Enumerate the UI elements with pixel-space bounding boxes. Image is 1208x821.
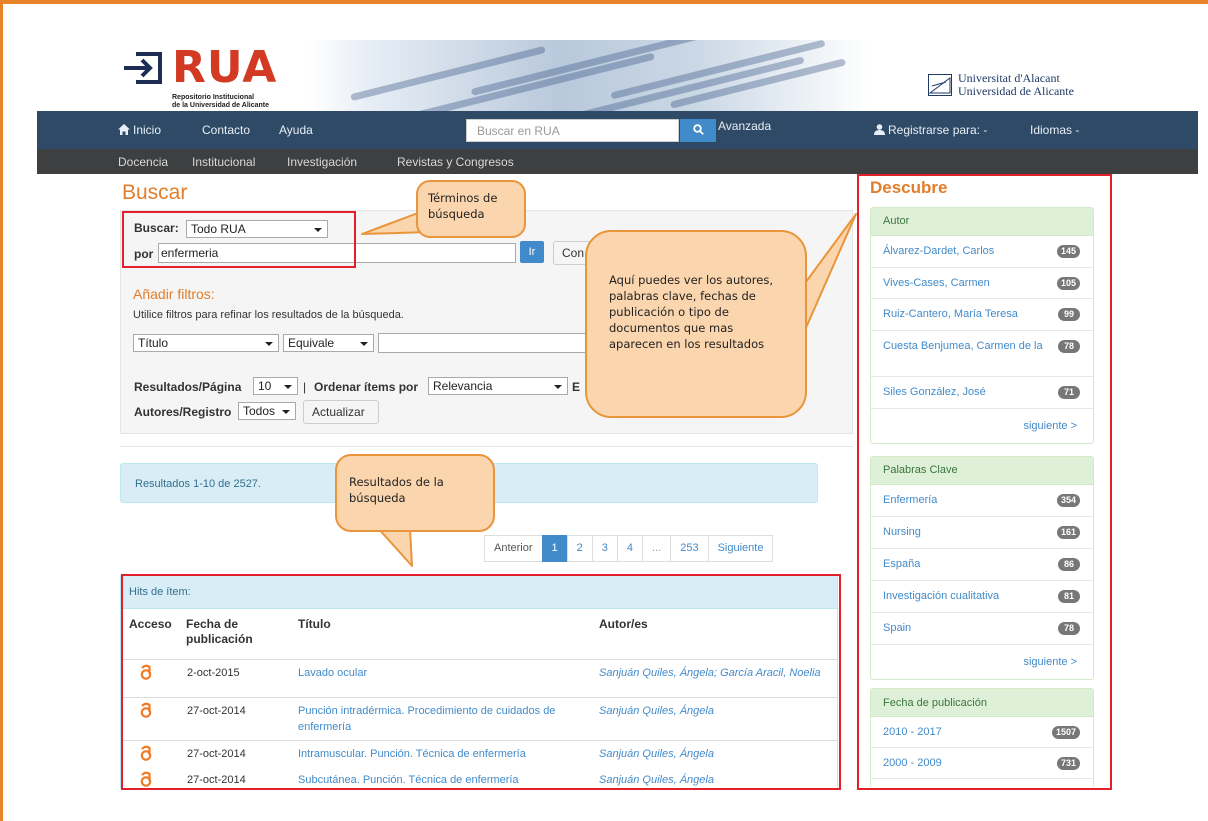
- rua-logo[interactable]: RUA Repositorio Institucional de la Univ…: [118, 42, 308, 109]
- authors-select[interactable]: Todos: [238, 402, 296, 420]
- page-link[interactable]: Siguiente: [707, 535, 774, 562]
- page-link[interactable]: 253: [670, 535, 709, 562]
- site-search-button[interactable]: [680, 119, 716, 142]
- filters-title: Añadir filtros:: [133, 286, 215, 302]
- site-banner: RUA Repositorio Institucional de la Univ…: [118, 40, 1198, 112]
- secondary-navbar: Docencia Institucional Investigación Rev…: [37, 149, 1198, 174]
- callout-resultados: Resultados de la búsqueda: [335, 454, 495, 532]
- university-name-es: Universidad de Alicante: [958, 84, 1074, 98]
- order-label: E: [572, 380, 581, 394]
- site-search-input[interactable]: Buscar en RUA: [466, 119, 679, 142]
- frame-top-border: [0, 0, 1208, 4]
- authors-label: Autores/Registro: [134, 405, 232, 419]
- filter-value-input[interactable]: [378, 333, 588, 353]
- page-link[interactable]: Anterior: [484, 535, 543, 562]
- nav-registrarse[interactable]: Registrarse para: -: [874, 123, 987, 137]
- pagination: Anterior 1 2 3 4... 253 Siguiente: [484, 535, 774, 562]
- rpp-label: Resultados/Página: [134, 380, 242, 394]
- nav-inicio-label: Inicio: [133, 123, 162, 137]
- subnav-docencia[interactable]: Docencia: [118, 155, 168, 169]
- filter-op-value: Equivale: [288, 336, 335, 350]
- page-link[interactable]: 3: [591, 535, 618, 562]
- page-link[interactable]: 2: [566, 535, 593, 562]
- nav-inicio[interactable]: Inicio: [118, 123, 161, 137]
- banner-artwork: [308, 40, 868, 112]
- chevron-down-icon: [284, 385, 292, 389]
- subnav-institucional[interactable]: Institucional: [192, 155, 255, 169]
- home-icon: [118, 124, 130, 135]
- page-link: ...: [642, 535, 672, 562]
- main-navbar: Inicio Contacto Ayuda Buscar en RUA Avan…: [37, 111, 1198, 149]
- chevron-down-icon: [282, 410, 290, 414]
- callout-terminos: Términos de búsqueda: [416, 180, 526, 238]
- callout-descubre: Aquí puedes ver los autores, palabras cl…: [585, 230, 807, 418]
- nav-ayuda[interactable]: Ayuda: [279, 123, 313, 137]
- filter-op-select[interactable]: Equivale: [283, 334, 374, 352]
- university-logo[interactable]: Universitat d'Alacant Universidad de Ali…: [928, 72, 1128, 102]
- update-button[interactable]: Actualizar: [303, 400, 379, 424]
- search-icon: [692, 124, 704, 135]
- page-title: Buscar: [122, 181, 188, 204]
- chevron-down-icon: [554, 385, 562, 389]
- separator: |: [303, 380, 307, 394]
- rpp-select[interactable]: 10: [253, 377, 298, 395]
- nav-registrarse-label: Registrarse para: -: [888, 123, 988, 137]
- chevron-down-icon: [360, 342, 368, 346]
- chevron-down-icon: [265, 342, 273, 346]
- sort-value: Relevancia: [433, 379, 493, 393]
- filter-field-select[interactable]: Título: [133, 334, 279, 352]
- logo-arrow-icon: [124, 52, 162, 84]
- authors-value: Todos: [243, 404, 276, 418]
- divider: [120, 446, 853, 447]
- subnav-revistas[interactable]: Revistas y Congresos: [397, 155, 514, 169]
- sort-select[interactable]: Relevancia: [428, 377, 568, 395]
- university-mark-icon: [928, 74, 952, 96]
- nav-contacto[interactable]: Contacto: [202, 123, 250, 137]
- page-link[interactable]: 1: [541, 535, 568, 562]
- nav-avanzada[interactable]: Avanzada: [718, 119, 771, 133]
- page-link[interactable]: 4: [616, 535, 644, 562]
- frame-left-border: [0, 0, 3, 821]
- filters-hint: Utilice filtros para refinar los resulta…: [133, 309, 404, 321]
- logo-word: RUA: [172, 42, 278, 93]
- logo-subtitle-line-2: de la Universidad de Alicante: [172, 102, 269, 109]
- nav-idiomas[interactable]: Idiomas -: [1030, 123, 1079, 137]
- go-button[interactable]: Ir: [520, 241, 544, 263]
- highlight-search-terms: [122, 211, 356, 268]
- subnav-investigacion[interactable]: Investigación: [287, 155, 357, 169]
- sort-label: Ordenar ítems por: [314, 380, 419, 394]
- user-icon: [874, 124, 885, 135]
- filter-field-value: Título: [138, 336, 169, 350]
- highlight-results: [121, 574, 841, 790]
- logo-subtitle: Repositorio Institucional de la Universi…: [172, 94, 322, 110]
- university-name: Universitat d'Alacant Universidad de Ali…: [958, 72, 1074, 98]
- rpp-value: 10: [258, 379, 272, 393]
- logo-subtitle-line-1: Repositorio Institucional: [172, 94, 255, 101]
- highlight-discover: [857, 174, 1112, 790]
